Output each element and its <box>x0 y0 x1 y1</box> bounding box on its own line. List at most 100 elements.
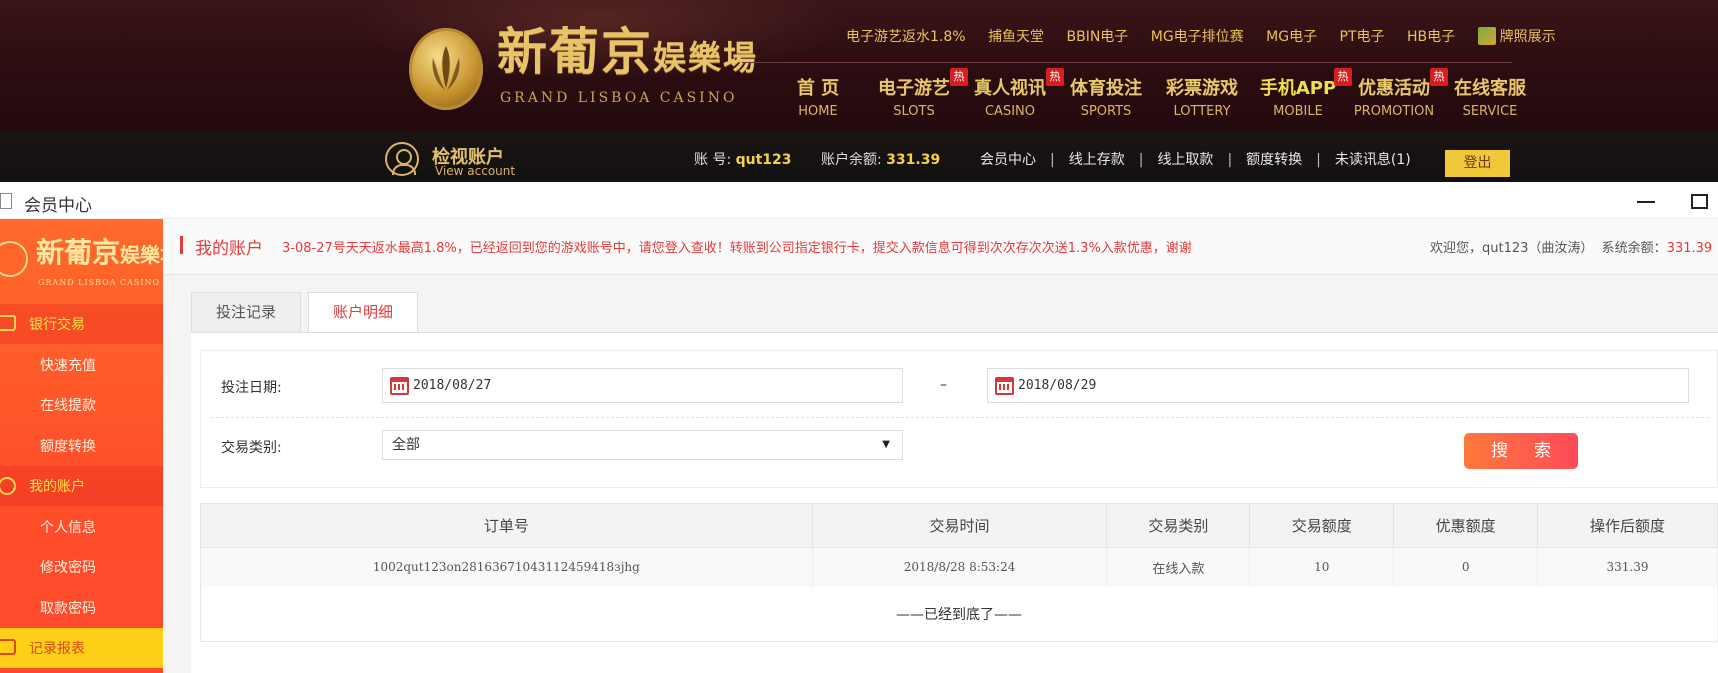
link-online-deposit[interactable]: 线上存款 <box>1069 149 1125 169</box>
user-icon <box>0 477 16 495</box>
sidebar-item-quick-deposit[interactable]: 快速充值 <box>40 355 96 375</box>
nav-slots-label: 电子游艺 <box>878 78 950 99</box>
cell-trans-time: 2018/8/28 8:53:24 <box>812 547 1108 587</box>
nav-sports-sublabel: SPORTS <box>1080 104 1132 119</box>
account-links: 会员中心 | 线上存款 | 线上取款 | 额度转换 | 未读讯息(1) <box>980 149 1411 169</box>
nav-slots-sublabel: SLOTS <box>893 104 935 119</box>
link-separator: | <box>1227 152 1233 168</box>
sidebar-item-personal-info[interactable]: 个人信息 <box>40 517 96 537</box>
top-link-mg[interactable]: MG电子 <box>1266 26 1317 46</box>
nav-sports[interactable]: 体育投注 SPORTS <box>1058 78 1154 119</box>
nav-service-label: 在线客服 <box>1454 78 1526 99</box>
type-select[interactable]: 全部 ▼ <box>382 430 903 460</box>
nav-home-sublabel: HOME <box>798 104 838 119</box>
marquee-clip: 3-08-27号天天返水最高1.8%，已经返回到您的游戏账号中，请您登入查收！转… <box>282 237 1367 257</box>
top-link-mg-ranking[interactable]: MG电子排位赛 <box>1151 26 1244 46</box>
top-links: 电子游艺返水1.8% 捕鱼天堂 BBIN电子 MG电子排位赛 MG电子 PT电子… <box>846 26 1574 46</box>
search-button[interactable]: 搜索 <box>1464 433 1578 469</box>
sidebar-group-bank[interactable]: 银行交易 <box>0 304 163 344</box>
balance-label: 账户余额: <box>821 152 882 168</box>
nav-sports-label: 体育投注 <box>1070 78 1142 99</box>
link-separator: | <box>1050 152 1055 168</box>
date-to-value: 2018/08/29 <box>1018 378 1097 393</box>
calendar-icon[interactable] <box>390 377 409 395</box>
sidebar-item-withdraw-password[interactable]: 取款密码 <box>40 598 96 618</box>
top-link-pt[interactable]: PT电子 <box>1340 26 1385 46</box>
calendar-icon[interactable] <box>995 377 1014 395</box>
nav-casino[interactable]: 真人视讯 CASINO 热 <box>962 68 1064 119</box>
cell-balance-after: 331.39 <box>1537 547 1718 587</box>
account-label: 账 号: <box>694 152 732 168</box>
nav-casino-label: 真人视讯 <box>974 78 1046 99</box>
link-separator: | <box>1316 152 1321 168</box>
link-online-withdraw[interactable]: 线上取款 <box>1157 149 1213 169</box>
site-header: 新葡京娱樂場 GRAND LISBOA CASINO 电子游艺返水1.8% 捕鱼… <box>0 0 1718 132</box>
link-member-center[interactable]: 会员中心 <box>980 149 1036 169</box>
account-value: qut123 <box>735 152 792 168</box>
nav-home-label: 首 页 <box>796 78 840 99</box>
nav-service[interactable]: 在线客服 SERVICE <box>1442 78 1538 119</box>
col-trans-time[interactable]: 交易时间 <box>812 503 1108 548</box>
sidebar-item-online-withdraw[interactable]: 在线提款 <box>40 395 96 415</box>
minimize-icon[interactable] <box>1637 201 1655 203</box>
section-title: 我的账户 <box>195 239 263 259</box>
sidebar-logo[interactable]: 新葡京娱樂場 GRAND LISBOA CASINO <box>0 227 163 297</box>
logo-english-name: GRAND LISBOA CASINO <box>500 90 738 106</box>
window-title: 会员中心 <box>24 196 92 216</box>
nav-divider <box>742 62 1512 63</box>
logout-button[interactable]: 登出 <box>1445 150 1510 177</box>
sidebar-item-credit-transfer[interactable]: 额度转换 <box>40 436 96 456</box>
nav-lottery-label: 彩票游戏 <box>1166 78 1238 99</box>
sidebar-item-change-password[interactable]: 修改密码 <box>40 557 96 577</box>
maximize-icon[interactable] <box>1691 194 1708 209</box>
top-link-fishing[interactable]: 捕鱼天堂 <box>988 26 1044 46</box>
caret-down-icon: ▼ <box>882 439 890 450</box>
date-separator: – <box>940 377 947 393</box>
top-link-license[interactable]: 牌照展示 <box>1477 26 1556 46</box>
sidebar-group-reports[interactable]: 记录报表 <box>0 628 163 668</box>
sidebar: 新葡京娱樂場 GRAND LISBOA CASINO 银行交易 快速充值 在线提… <box>0 219 163 673</box>
cell-order-id: 1002qut123on28163671043112459418зjhg <box>200 547 813 587</box>
welcome-prefix: 欢迎您，qut123（曲汝涛） 系统余额： <box>1430 241 1667 256</box>
account-balance-info: 账户余额: 331.39 <box>821 149 940 169</box>
tab-bet-records[interactable]: 投注记录 <box>191 292 301 332</box>
col-trans-amount[interactable]: 交易额度 <box>1249 503 1395 548</box>
balance-value: 331.39 <box>886 152 941 168</box>
link-unread-messages[interactable]: 未读讯息(1) <box>1335 149 1411 169</box>
top-link-bbin[interactable]: BBIN电子 <box>1066 26 1128 46</box>
tab-account-details[interactable]: 账户明细 <box>308 292 418 333</box>
sidebar-logo-small: 娱樂場 <box>120 243 163 267</box>
sidebar-logo-main: 新葡京 <box>36 236 121 269</box>
logo-chinese-name[interactable]: 新葡京娱樂場 <box>497 20 756 84</box>
sidebar-group-label: 我的账户 <box>29 479 85 495</box>
wallet-icon <box>0 315 16 331</box>
date-from-input[interactable]: 2018/08/27 <box>382 368 903 403</box>
nav-promotion[interactable]: 优惠活动 PROMOTION 热 <box>1346 68 1448 119</box>
casino-logo-emblem-icon[interactable] <box>409 28 483 110</box>
table-row: 1002qut123on28163671043112459418зjhg 201… <box>200 547 1718 587</box>
main-content: 我的账户 3-08-27号天天返水最高1.8%，已经返回到您的游戏账号中，请您登… <box>163 219 1718 673</box>
sidebar-group-my-account[interactable]: 我的账户 <box>0 466 163 506</box>
col-balance-after[interactable]: 操作后额度 <box>1537 503 1718 548</box>
account-details-table: 订单号 交易时间 交易类别 交易额度 优惠额度 操作后额度 1002qut123… <box>200 503 1718 642</box>
date-to-input[interactable]: 2018/08/29 <box>987 368 1689 403</box>
top-link-hb[interactable]: HB电子 <box>1407 26 1455 46</box>
col-bonus-amount[interactable]: 优惠额度 <box>1393 503 1539 548</box>
view-account-subtitle[interactable]: View account <box>435 164 515 178</box>
col-trans-type[interactable]: 交易类别 <box>1106 503 1251 548</box>
logo-main-text: 新葡京 <box>497 22 653 81</box>
nav-home[interactable]: 首 页 HOME <box>770 78 866 119</box>
link-credit-transfer[interactable]: 额度转换 <box>1246 149 1302 169</box>
nav-slots[interactable]: 电子游艺 SLOTS 热 <box>866 68 968 119</box>
logo-emblem-mark <box>432 46 460 90</box>
top-link-slots-rebate[interactable]: 电子游艺返水1.8% <box>846 26 966 46</box>
marquee-message: 3-08-27号天天返水最高1.8%，已经返回到您的游戏账号中，请您登入查收！转… <box>282 241 1192 256</box>
sidebar-logo-emblem-icon <box>0 241 28 277</box>
filter-divider <box>211 417 1709 418</box>
col-order-id[interactable]: 订单号 <box>200 503 813 548</box>
user-circle-icon[interactable] <box>385 142 419 176</box>
nav-casino-sublabel: CASINO <box>984 104 1035 119</box>
system-balance: 331.39 <box>1666 241 1713 256</box>
nav-mobile[interactable]: 手机APP MOBILE 热 <box>1250 68 1352 119</box>
nav-lottery[interactable]: 彩票游戏 LOTTERY <box>1154 78 1250 119</box>
